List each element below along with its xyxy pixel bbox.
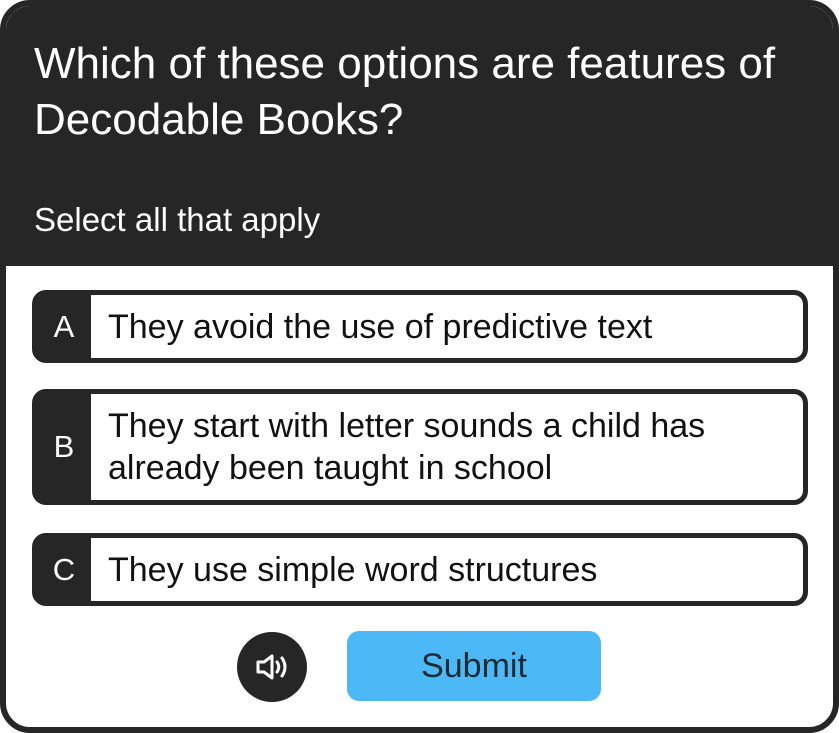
question-title: Which of these options are features of D… [34, 39, 776, 144]
quiz-card: Which of these options are features of D… [0, 0, 839, 733]
question-header: Which of these options are features of D… [6, 6, 833, 266]
option-a[interactable]: A They avoid the use of predictive text [32, 290, 808, 363]
option-letter: B [53, 429, 75, 464]
question-instruction: Select all that apply [34, 201, 321, 238]
option-b[interactable]: B They start with letter sounds a child … [32, 389, 808, 505]
option-text: They start with letter sounds a child ha… [91, 394, 803, 500]
audio-button[interactable] [237, 632, 307, 702]
option-letter: C [52, 551, 76, 587]
option-text: They avoid the use of predictive text [91, 295, 803, 358]
submit-button[interactable]: Submit [347, 631, 601, 701]
speaker-icon [256, 654, 287, 680]
option-c[interactable]: C They use simple word structures [32, 533, 808, 606]
option-letter: A [53, 308, 75, 344]
option-text: They use simple word structures [91, 538, 803, 601]
